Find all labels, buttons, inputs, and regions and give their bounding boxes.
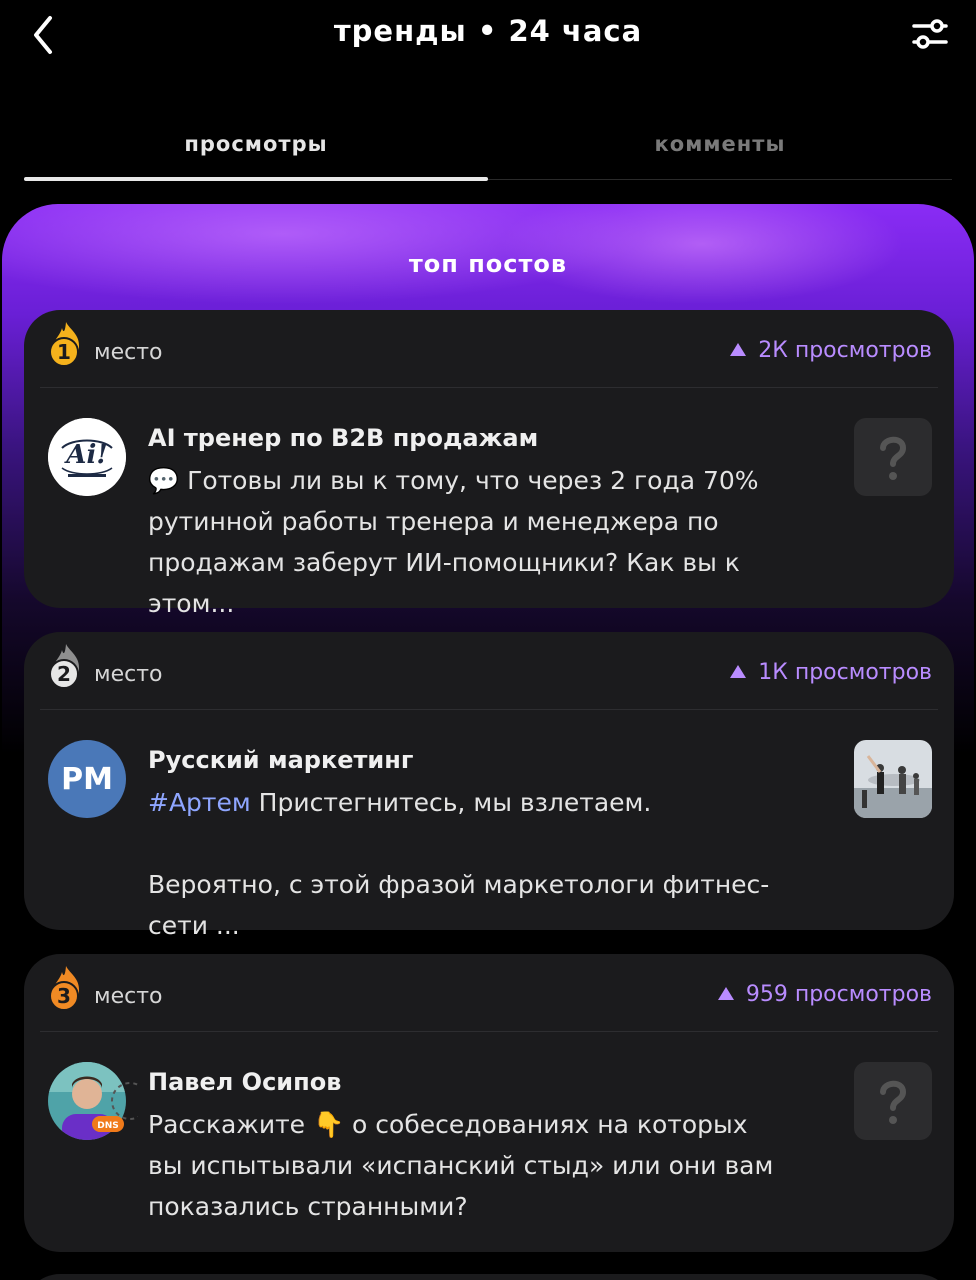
post-author: AI тренер по B2B продажам	[148, 424, 539, 452]
tab-comments[interactable]: комменты	[488, 118, 952, 179]
avatar-initials: PM	[61, 761, 113, 797]
channel-logo-icon: Ai!	[48, 418, 126, 496]
place-label: место	[94, 662, 163, 687]
dns-badge: DNS	[97, 1121, 119, 1131]
post-text: Расскажите 👇 о собеседованиях на которых…	[148, 1110, 774, 1221]
trend-up-icon	[717, 987, 734, 1000]
header: тренды • 24 часа	[0, 0, 976, 80]
rank-number: 3	[57, 984, 71, 1008]
flame-rank-icon: 1	[49, 322, 80, 367]
svg-text:Ai!: Ai!	[63, 440, 107, 470]
card-header: 1 место 2К просмотров	[40, 310, 938, 388]
post-thumbnail[interactable]	[854, 418, 932, 496]
question-mark-icon	[880, 436, 907, 480]
filter-button[interactable]	[910, 14, 950, 54]
place-label: место	[94, 984, 163, 1009]
post-thumbnail[interactable]	[854, 1062, 932, 1140]
post-author: Павел Осипов	[148, 1068, 342, 1096]
flame-rank-icon: 2	[49, 644, 80, 689]
post-card[interactable]: 2 место 1К просмотров PM Русский маркети…	[24, 632, 954, 940]
page-title: тренды • 24 часа	[333, 14, 643, 48]
place-label: место	[94, 340, 163, 365]
post-thumbnail[interactable]	[854, 740, 932, 818]
card-header: 3 место 959 просмотров	[40, 954, 938, 1032]
sliders-icon	[912, 19, 948, 49]
views-count: 2К просмотров	[730, 338, 932, 363]
card-header: 2 место 1К просмотров	[40, 632, 938, 710]
user-photo-avatar: DNS	[48, 1062, 149, 1140]
post-card[interactable]: 3 место 959 просмотров DNS Павел Осипов …	[24, 954, 954, 1252]
post-author: Русский маркетинг	[148, 746, 414, 774]
next-post-card-edge	[24, 1274, 954, 1280]
views-count: 1К просмотров	[730, 660, 932, 685]
trend-up-icon	[730, 665, 747, 678]
avatar[interactable]: Ai!	[48, 418, 126, 496]
tab-views[interactable]: просмотры	[24, 118, 488, 181]
post-card[interactable]: 1 место 2К просмотров Ai! AI тренер по B…	[24, 310, 954, 618]
flame-rank-icon: 3	[49, 966, 80, 1011]
avatar[interactable]: DNS	[48, 1062, 149, 1140]
question-mark-icon	[880, 1080, 907, 1124]
post-text: 💬 Готовы ли вы к тому, что через 2 года …	[148, 466, 759, 618]
panel-title: топ постов	[408, 250, 568, 278]
rank-number: 1	[57, 340, 71, 364]
trend-up-icon	[730, 343, 747, 356]
post-text: #Артем Пристегнитесь, мы взлетаем. Вероя…	[148, 788, 770, 940]
avatar[interactable]: PM	[48, 740, 126, 818]
tab-bar: просмотры комменты	[24, 118, 952, 181]
rank-number: 2	[57, 662, 71, 686]
photo-thumbnail-icon	[854, 740, 932, 818]
hashtag-link[interactable]: #Артем	[148, 788, 251, 817]
views-count: 959 просмотров	[717, 982, 932, 1007]
